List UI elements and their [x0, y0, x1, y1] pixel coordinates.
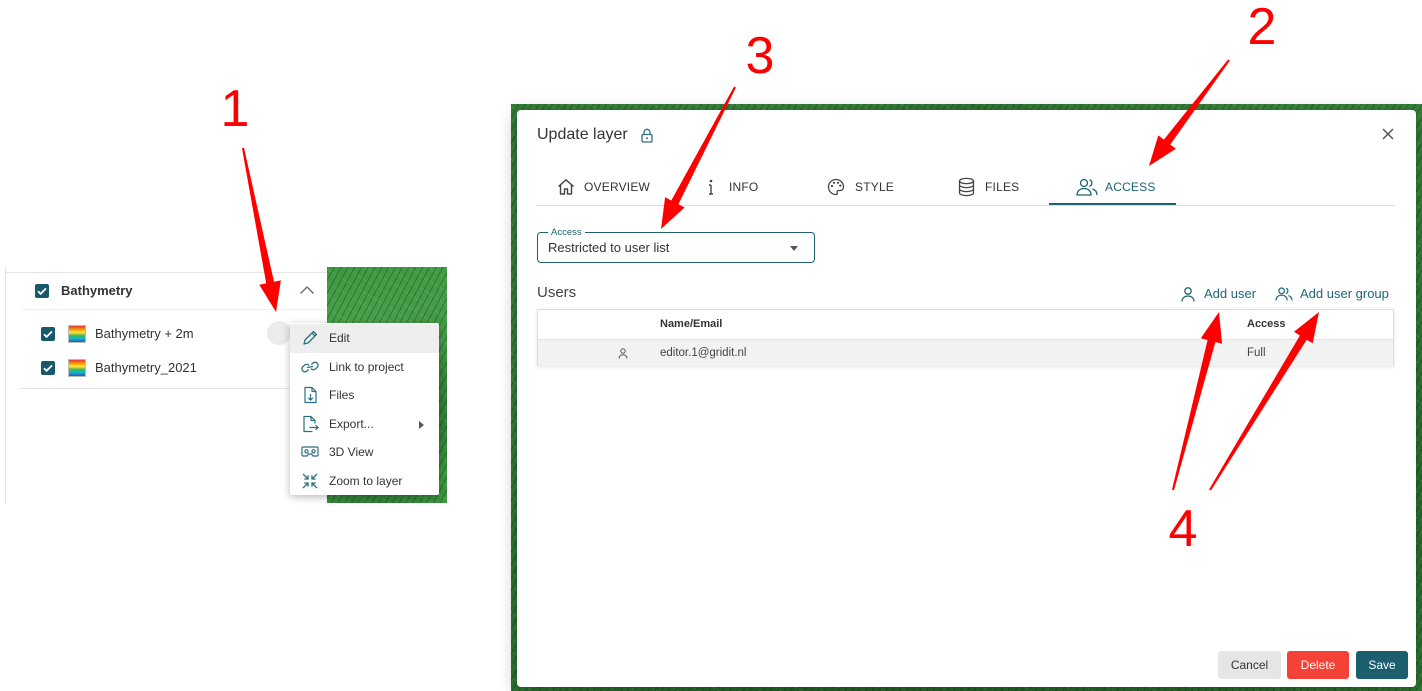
palette-icon	[826, 177, 846, 197]
table-header: Name/Email Access	[538, 310, 1393, 339]
menu-item-link-to-project[interactable]: Link to project	[290, 353, 439, 382]
divider	[21, 388, 291, 389]
users-icon	[1274, 286, 1294, 302]
layer-context-menu: Edit Link to project Files Export... 3D …	[290, 323, 439, 495]
tab-label: INFO	[729, 180, 759, 194]
column-header-access[interactable]: Access	[1247, 310, 1286, 339]
rainbow-gradient-icon	[68, 359, 86, 377]
dialog-title: Update layer	[537, 126, 628, 143]
submenu-arrow-icon	[419, 420, 424, 429]
menu-item-files[interactable]: Files	[290, 381, 439, 410]
menu-item-label: Export...	[329, 416, 374, 431]
add-user-group-label: Add user group	[1300, 286, 1389, 301]
file-download-icon	[301, 386, 319, 404]
group-checkbox[interactable]	[35, 284, 49, 298]
menu-item-label: Edit	[329, 331, 350, 345]
annotation-number-2: 2	[1247, 0, 1277, 56]
checkbox-checked-icon	[41, 361, 55, 375]
file-export-icon	[301, 415, 319, 433]
menu-item-3d-view[interactable]: 3D View	[290, 438, 439, 467]
menu-item-label: Link to project	[329, 359, 404, 374]
tab-label: OVERVIEW	[584, 180, 651, 194]
close-icon[interactable]	[1382, 128, 1394, 140]
user-access-level: Full	[1247, 347, 1266, 359]
caret-down-icon	[790, 246, 798, 251]
cancel-button[interactable]: Cancel	[1218, 651, 1281, 679]
divider	[21, 309, 328, 310]
update-layer-dialog: Update layer OVERVIEW INFO STYLE FILES A…	[517, 110, 1416, 687]
divider	[6, 272, 328, 273]
vr-goggles-icon	[301, 443, 319, 461]
database-icon	[958, 177, 975, 197]
checkbox-checked-icon	[35, 284, 49, 298]
user-email: editor.1@gridit.nl	[660, 347, 747, 359]
rainbow-gradient-icon	[68, 325, 86, 343]
pencil-icon	[301, 329, 319, 347]
table-row[interactable]: editor.1@gridit.nl Full	[538, 339, 1393, 366]
menu-item-label: Zoom to layer	[329, 473, 403, 488]
menu-item-label: 3D View	[329, 445, 374, 459]
users-icon	[1075, 177, 1099, 197]
person-icon	[1180, 286, 1196, 302]
access-select[interactable]: Access Restricted to user list	[537, 227, 815, 263]
annotation-number-1: 1	[220, 80, 250, 138]
lock-icon	[641, 128, 653, 143]
layer-name[interactable]: Bathymetry_2021	[95, 360, 197, 376]
tab-info[interactable]: INFO	[707, 177, 787, 197]
layer-panel: Bathymetry Bathymetry + 2m Bathymetry_20…	[5, 267, 328, 503]
menu-item-label: Files	[329, 388, 355, 402]
tab-divider	[537, 205, 1395, 206]
tab-label: ACCESS	[1105, 180, 1156, 194]
add-user-group-button[interactable]: Add user group	[1274, 286, 1389, 302]
users-heading: Users	[537, 284, 577, 301]
users-table: Name/Email Access editor.1@gridit.nl Ful…	[537, 309, 1394, 366]
tab-overview[interactable]: OVERVIEW	[556, 177, 676, 197]
group-title: Bathymetry	[61, 283, 133, 298]
chevron-up-icon[interactable]	[299, 285, 315, 295]
zoom-to-layer-icon	[301, 472, 319, 490]
layer-name[interactable]: Bathymetry + 2m	[95, 326, 194, 342]
menu-item-export[interactable]: Export...	[290, 410, 439, 439]
info-icon	[707, 177, 715, 197]
link-icon	[301, 358, 319, 376]
access-select-value: Restricted to user list	[548, 240, 670, 255]
annotation-number-3: 3	[745, 27, 775, 85]
menu-item-zoom-to-layer[interactable]: Zoom to layer	[290, 467, 439, 496]
person-icon	[618, 348, 628, 359]
menu-item-edit[interactable]: Edit	[290, 324, 439, 353]
tab-style[interactable]: STYLE	[826, 177, 916, 197]
tab-access[interactable]: ACCESS	[1075, 177, 1175, 197]
checkbox-checked-icon	[41, 327, 55, 341]
tab-label: FILES	[985, 180, 1020, 194]
layer-options-button[interactable]	[267, 321, 291, 345]
tab-label: STYLE	[855, 180, 895, 194]
home-icon	[556, 177, 576, 197]
add-user-button[interactable]: Add user	[1180, 286, 1257, 302]
access-select-label: Access	[548, 227, 585, 238]
layer-checkbox[interactable]	[41, 327, 55, 341]
save-button[interactable]: Save	[1356, 651, 1408, 679]
layer-checkbox[interactable]	[41, 361, 55, 375]
add-user-label: Add user	[1204, 286, 1257, 301]
delete-button[interactable]: Delete	[1287, 651, 1349, 679]
column-header-name-email[interactable]: Name/Email	[660, 310, 722, 339]
tab-files[interactable]: FILES	[958, 177, 1038, 197]
annotation-number-4: 4	[1168, 500, 1198, 558]
